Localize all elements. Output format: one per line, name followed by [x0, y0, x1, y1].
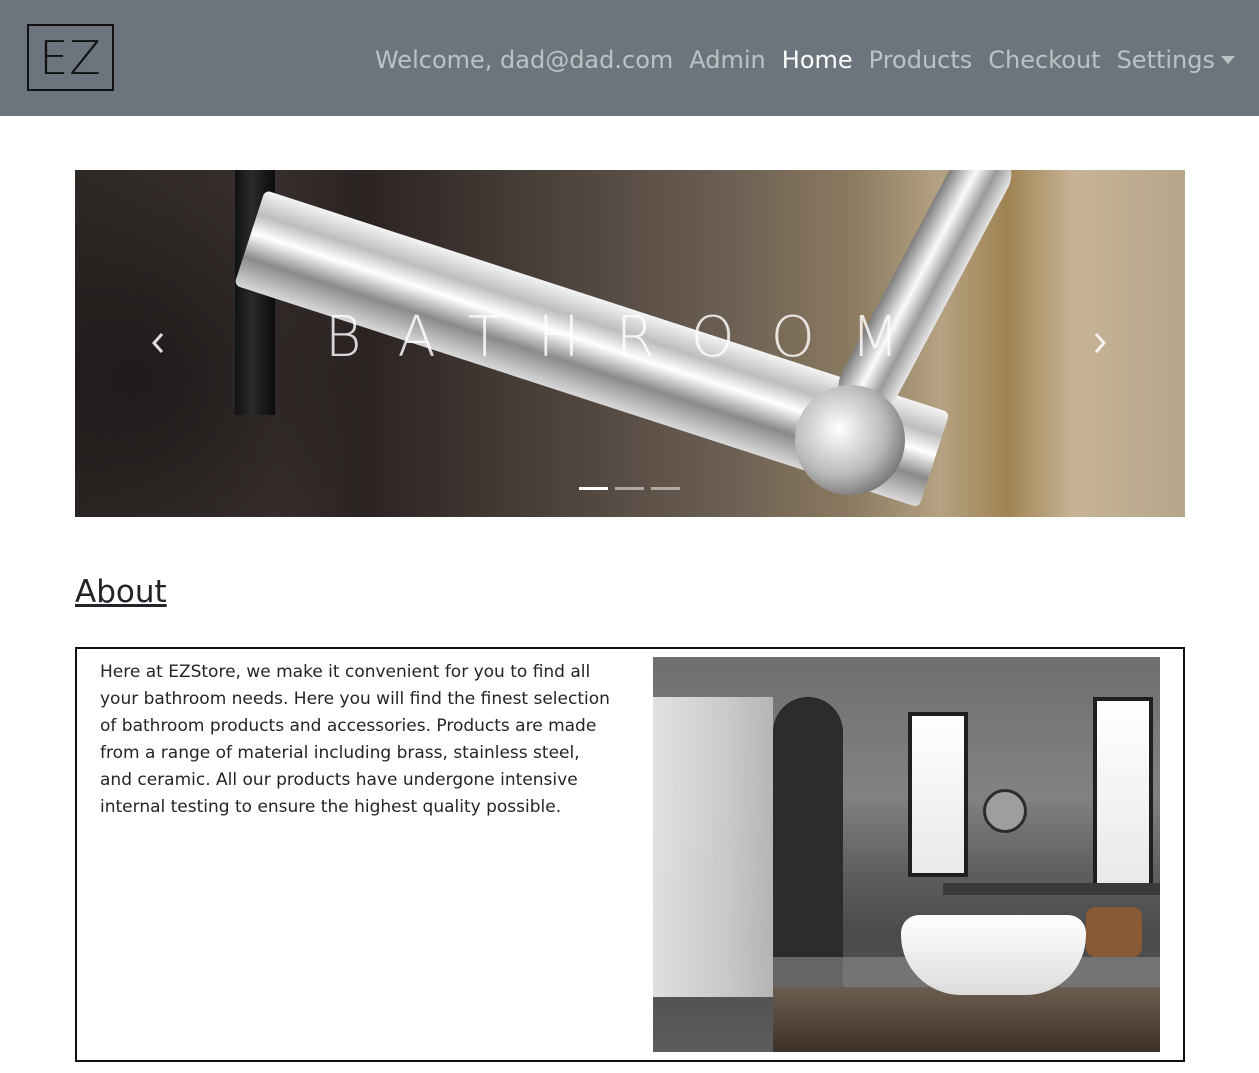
caret-down-icon [1221, 56, 1235, 64]
nav-link-admin[interactable]: Admin [689, 46, 766, 74]
hero-carousel: BATHROOM [75, 170, 1185, 517]
img-counter [943, 883, 1160, 895]
carousel-indicators [579, 487, 687, 490]
img-arch-door [773, 697, 843, 997]
carousel-next-button[interactable] [1085, 325, 1115, 361]
slide-faucet-cap [795, 385, 905, 495]
about-image [653, 657, 1160, 1052]
nav-link-products[interactable]: Products [869, 46, 973, 74]
carousel-prev-button[interactable] [143, 325, 173, 361]
img-shower-glass [653, 697, 773, 997]
nav-link-home[interactable]: Home [782, 46, 853, 74]
logo[interactable]: EZ [27, 24, 114, 91]
carousel-indicator-3[interactable] [651, 487, 680, 490]
nav-dropdown-settings[interactable]: Settings [1117, 46, 1235, 74]
img-window-left [908, 712, 968, 877]
settings-label: Settings [1116, 46, 1215, 74]
img-window-right [1093, 697, 1153, 887]
nav-link-checkout[interactable]: Checkout [988, 46, 1100, 74]
img-rug [773, 987, 1160, 1052]
img-bathtub [901, 915, 1086, 995]
navbar: EZ Welcome, dad@dad.com Admin Home Produ… [0, 0, 1259, 116]
logo-text: EZ [39, 30, 102, 85]
carousel-indicator-1[interactable] [579, 487, 608, 490]
img-mirror [983, 789, 1027, 833]
chevron-right-icon [1094, 333, 1107, 353]
about-card: Here at EZStore, we make it convenient f… [75, 647, 1185, 1062]
carousel-indicator-2[interactable] [615, 487, 644, 490]
img-chair [1086, 907, 1142, 957]
welcome-text: Welcome, dad@dad.com [374, 46, 674, 74]
nav-links: Welcome, dad@dad.com Admin Home Products… [375, 40, 1235, 80]
about-heading: About [75, 574, 167, 610]
about-text: Here at EZStore, we make it convenient f… [100, 662, 610, 817]
carousel-caption: BATHROOM [324, 305, 936, 370]
chevron-left-icon [151, 333, 164, 353]
